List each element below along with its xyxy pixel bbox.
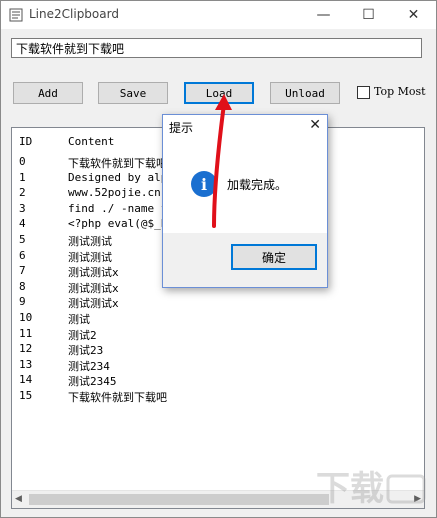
minimize-button[interactable]: —	[301, 1, 346, 29]
list-item-content: 测试23	[68, 344, 104, 358]
window-title: Line2Clipboard	[29, 7, 119, 21]
watermark-logo-icon: 下载	[316, 469, 426, 509]
list-item-content: 下载软件就到下载吧	[68, 157, 167, 170]
list-item-content: 下载软件就到下载吧	[68, 390, 167, 404]
column-header-content[interactable]: Content	[68, 135, 114, 148]
dialog-ok-button[interactable]: 确定	[231, 244, 317, 270]
list-item-id: 1	[19, 170, 26, 184]
list-item-content: 测试2	[68, 328, 97, 342]
list-item-id: 6	[19, 248, 26, 262]
title-bar[interactable]: Line2Clipboard — ☐ ✕	[1, 1, 436, 29]
list-item-content: 测试测试x	[68, 297, 119, 311]
unload-button[interactable]: Unload	[270, 82, 340, 104]
list-item-id: 13	[19, 357, 33, 371]
list-item-id: 14	[19, 373, 33, 387]
list-item-content: 测试测试x	[68, 266, 119, 280]
message-dialog: 提示 ✕ i 加载完成。 确定	[162, 114, 328, 288]
add-button[interactable]: Add	[13, 82, 83, 104]
list-item-content: 测试2345	[68, 375, 117, 389]
line-input[interactable]: 下载软件就到下载吧	[11, 38, 422, 58]
list-item-content: 测试	[68, 312, 90, 326]
list-item-content: 测试测试	[68, 234, 112, 248]
app-icon	[9, 8, 23, 22]
topmost-checkbox[interactable]	[357, 86, 370, 99]
list-item-id: 4	[19, 217, 26, 231]
list-item-content: Designed by alpe	[68, 170, 174, 184]
list-item[interactable]: 12 测试23	[12, 341, 424, 357]
scroll-left-icon[interactable]: ◀	[15, 494, 22, 504]
list-item[interactable]: 9 测试测试x	[12, 294, 424, 310]
close-button[interactable]: ✕	[391, 1, 436, 29]
column-header-id[interactable]: ID	[19, 135, 32, 148]
info-icon: i	[191, 171, 217, 197]
list-item-content: 测试测试	[68, 250, 112, 264]
dialog-title-bar[interactable]: 提示 ✕	[163, 115, 327, 139]
list-item[interactable]: 15 下载软件就到下载吧	[12, 388, 424, 404]
list-item-id: 12	[19, 342, 33, 356]
list-item[interactable]: 11 测试2	[12, 326, 424, 342]
svg-text:下载: 下载	[316, 469, 384, 509]
list-item[interactable]: 14 测试2345	[12, 372, 424, 388]
save-button[interactable]: Save	[98, 82, 168, 104]
list-item-id: 11	[19, 326, 33, 340]
list-item-content: 测试234	[68, 359, 110, 373]
list-item-id: 7	[19, 264, 26, 278]
close-icon: ✕	[407, 7, 420, 23]
dialog-message: 加载完成。	[227, 178, 288, 192]
list-item-content: find ./ -name fl	[68, 201, 174, 215]
dialog-body: i 加载完成。	[163, 139, 327, 233]
list-item[interactable]: 10 测试	[12, 310, 424, 326]
maximize-icon: ☐	[362, 7, 375, 23]
maximize-button[interactable]: ☐	[346, 1, 391, 29]
list-item-id: 0	[19, 155, 26, 168]
minimize-icon: —	[316, 7, 331, 23]
topmost-label[interactable]: Top Most	[374, 85, 426, 98]
list-item-id: 15	[19, 388, 33, 402]
list-item-content: www.52pojie.cn	[68, 186, 161, 200]
list-item-content: <?php eval(@$_PO	[68, 217, 174, 231]
list-item-content: 测试测试x	[68, 281, 119, 295]
load-button[interactable]: Load	[184, 82, 254, 104]
list-item-id: 8	[19, 279, 26, 293]
list-item-id: 10	[19, 310, 33, 324]
dialog-title: 提示	[169, 121, 194, 135]
dialog-close-icon[interactable]: ✕	[309, 117, 321, 133]
list-item-id: 2	[19, 186, 26, 200]
list-item-id: 9	[19, 295, 26, 309]
list-item-id: 5	[19, 232, 26, 246]
list-item[interactable]: 13 测试234	[12, 357, 424, 373]
list-item-id: 3	[19, 201, 26, 215]
scrollbar-thumb[interactable]	[29, 494, 329, 505]
